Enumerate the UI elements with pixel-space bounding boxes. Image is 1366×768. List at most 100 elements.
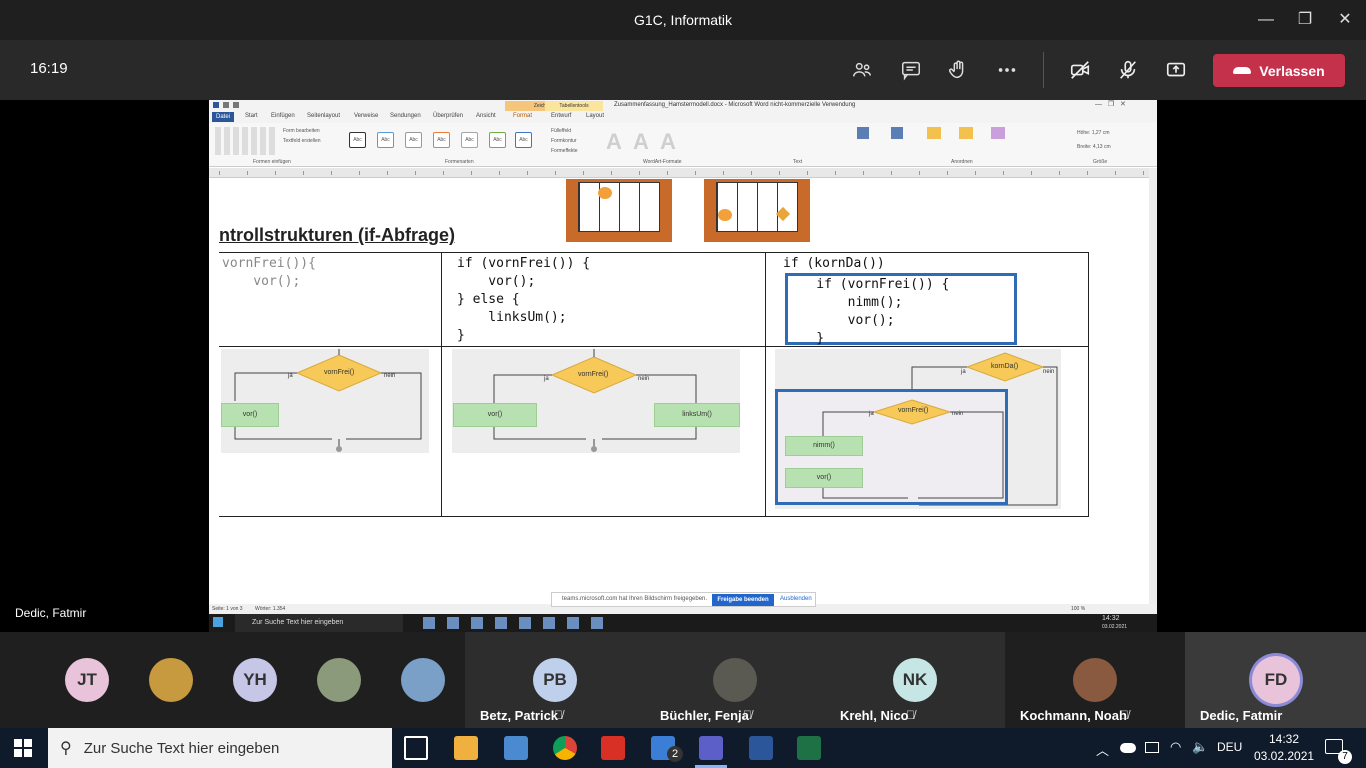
shapes-gallery[interactable] — [215, 127, 275, 155]
raise-hand-icon[interactable] — [942, 54, 974, 86]
participant-tile[interactable]: NK Krehl, Nico 🎙̸ — [840, 632, 990, 728]
input-language[interactable]: DEU — [1217, 740, 1242, 754]
participants-icon[interactable] — [846, 54, 878, 86]
wrap-text-icon[interactable] — [891, 127, 903, 139]
tab-sendungen[interactable]: Sendungen — [390, 113, 421, 119]
taskbar-time[interactable]: 14:32 — [1254, 732, 1314, 746]
hide-notice-link[interactable]: Ausblenden — [780, 596, 812, 602]
tab-entwurf[interactable]: Entwurf — [551, 113, 571, 119]
tab-ueberpruefen[interactable]: Überprüfen — [433, 113, 463, 119]
stop-sharing-button[interactable]: Freigabe beenden — [712, 594, 774, 606]
word-icon[interactable] — [749, 736, 773, 760]
position-icon[interactable] — [857, 127, 869, 139]
document-page[interactable]: ntrollstrukturen (if-Abfrage) vornFrei()… — [209, 179, 1149, 604]
participant-tile[interactable]: Kochmann, Noah 🎙̸ — [1020, 632, 1170, 728]
avatar: FD — [1252, 656, 1300, 704]
participant-tile[interactable]: Büchler, Fenja 🎙̸ — [660, 632, 810, 728]
tab-layout[interactable]: Layout — [586, 113, 604, 119]
wifi-icon[interactable]: ◠ — [1170, 739, 1181, 755]
tab-start[interactable]: Start — [245, 113, 258, 119]
chrome-icon[interactable] — [553, 736, 577, 760]
close-button[interactable]: ✕ — [1325, 0, 1365, 40]
edit-shape-button[interactable]: Form bearbeiten — [283, 128, 320, 134]
code-cell-2[interactable]: if (vornFrei()) { vor(); } else { linksU… — [457, 255, 590, 345]
more-options-icon[interactable] — [991, 54, 1023, 86]
shape-style-5[interactable]: Abc — [461, 132, 478, 148]
shape-style-3[interactable]: Abc — [405, 132, 422, 148]
code-cell-3-inner[interactable]: if (vornFrei()) { nimm(); vor(); } — [785, 276, 949, 348]
wordart-style-1[interactable]: A — [606, 129, 622, 155]
battery-icon[interactable] — [1145, 742, 1159, 753]
nested-selection-box[interactable]: vornFrei() ja nein nimm() vor() — [775, 389, 1008, 505]
store-icon[interactable] — [454, 736, 478, 760]
outline-button[interactable]: Formkontur — [551, 138, 577, 144]
selection-pane-icon[interactable] — [991, 127, 1005, 139]
code-cell-1[interactable]: vornFrei()){ vor(); — [222, 255, 316, 291]
onedrive-icon[interactable] — [1120, 743, 1136, 753]
vertical-scrollbar[interactable] — [1149, 168, 1157, 604]
teams-icon[interactable] — [699, 736, 723, 760]
participant-tile[interactable]: PB Betz, Patrick 🎙̸ — [480, 632, 630, 728]
tab-ansicht[interactable]: Ansicht — [476, 113, 496, 119]
tray-chevron-icon[interactable]: ︿ — [1096, 740, 1109, 759]
avatar: YH — [233, 658, 277, 702]
horizontal-ruler[interactable] — [209, 168, 1157, 178]
meeting-timer: 16:19 — [30, 60, 68, 77]
tab-verweise[interactable]: Verweise — [354, 113, 378, 119]
avatar-photo — [149, 658, 193, 702]
shape-width-field[interactable]: Breite: 4,13 cm — [1077, 144, 1111, 150]
send-backward-icon[interactable] — [959, 127, 973, 139]
maximize-button[interactable]: ❐ — [1285, 0, 1325, 40]
wordart-style-3[interactable]: A — [660, 129, 676, 155]
word-window-controls[interactable]: — ❐ ✕ — [1095, 100, 1126, 108]
wordart-style-2[interactable]: A — [633, 129, 649, 155]
acrobat-icon[interactable] — [601, 736, 625, 760]
task-view-icon[interactable] — [404, 736, 428, 760]
selected-textbox[interactable]: if (vornFrei()) { nimm(); vor(); } — [785, 273, 1017, 348]
flow-yes-label: ja — [961, 369, 966, 375]
tab-einfuegen[interactable]: Einfügen — [271, 113, 295, 119]
muted-icon: 🎙̸ — [554, 708, 563, 722]
effects-button[interactable]: Formeffekte — [551, 148, 578, 154]
shape-style-2[interactable]: Abc — [377, 132, 394, 148]
windows-start-icon[interactable] — [14, 739, 32, 757]
tab-seitenlayout[interactable]: Seitenlayout — [307, 113, 340, 119]
minimize-button[interactable]: — — [1246, 0, 1286, 40]
fill-button[interactable]: Fülleffekt — [551, 128, 571, 134]
flow-no-label: nein — [384, 373, 396, 379]
shape-style-1[interactable]: Abc — [349, 132, 366, 148]
phone-hangup-icon — [1233, 67, 1252, 74]
quick-access-toolbar[interactable] — [213, 102, 293, 110]
remote-desktop-icon[interactable] — [504, 736, 528, 760]
participant-name: Kochmann, Noah — [1020, 708, 1127, 723]
participant-tile-self[interactable]: FD Dedic, Fatmir — [1200, 632, 1350, 728]
tab-datei[interactable]: Datei — [212, 112, 234, 122]
board-grid — [716, 182, 798, 232]
share-screen-icon[interactable] — [1160, 54, 1192, 86]
flow-inner-yes-label: ja — [869, 411, 874, 417]
code-cell-3-outer[interactable]: if (kornDa()) — [783, 255, 885, 273]
taskbar-date[interactable]: 03.02.2021 — [1254, 749, 1314, 763]
excel-icon[interactable] — [797, 736, 821, 760]
group-label-insert-shapes: Formen einfügen — [253, 159, 291, 165]
bring-forward-icon[interactable] — [927, 127, 941, 139]
taskbar-search-box[interactable]: ⚲ Zur Suche Text hier eingeben — [48, 728, 392, 768]
textbox-button[interactable]: Textfeld erstellen — [283, 138, 321, 144]
start-icon — [213, 617, 223, 627]
shape-style-4[interactable]: Abc — [433, 132, 450, 148]
tab-format[interactable]: Format — [513, 113, 532, 119]
shape-style-6[interactable]: Abc — [489, 132, 506, 148]
group-label-arrange: Anordnen — [951, 159, 973, 165]
zoom-level[interactable]: 100 % — [1071, 606, 1085, 612]
camera-off-icon[interactable] — [1064, 54, 1096, 86]
microphone-muted-icon[interactable] — [1112, 54, 1144, 86]
flow-action-vor: vor() — [785, 468, 863, 488]
leave-call-button[interactable]: Verlassen — [1213, 54, 1345, 87]
shape-style-7[interactable]: Abc — [515, 132, 532, 148]
shape-height-field[interactable]: Höhe: 1,27 cm — [1077, 130, 1110, 136]
word-ribbon-tabs: Datei Start Einfügen Seitenlayout Verwei… — [209, 112, 1157, 123]
volume-icon[interactable]: 🔈 — [1192, 739, 1208, 755]
chat-icon[interactable] — [895, 54, 927, 86]
table-border-bottom — [219, 516, 1089, 517]
share-notice-text: teams.microsoft.com hat Ihren Bildschirm… — [562, 596, 708, 602]
